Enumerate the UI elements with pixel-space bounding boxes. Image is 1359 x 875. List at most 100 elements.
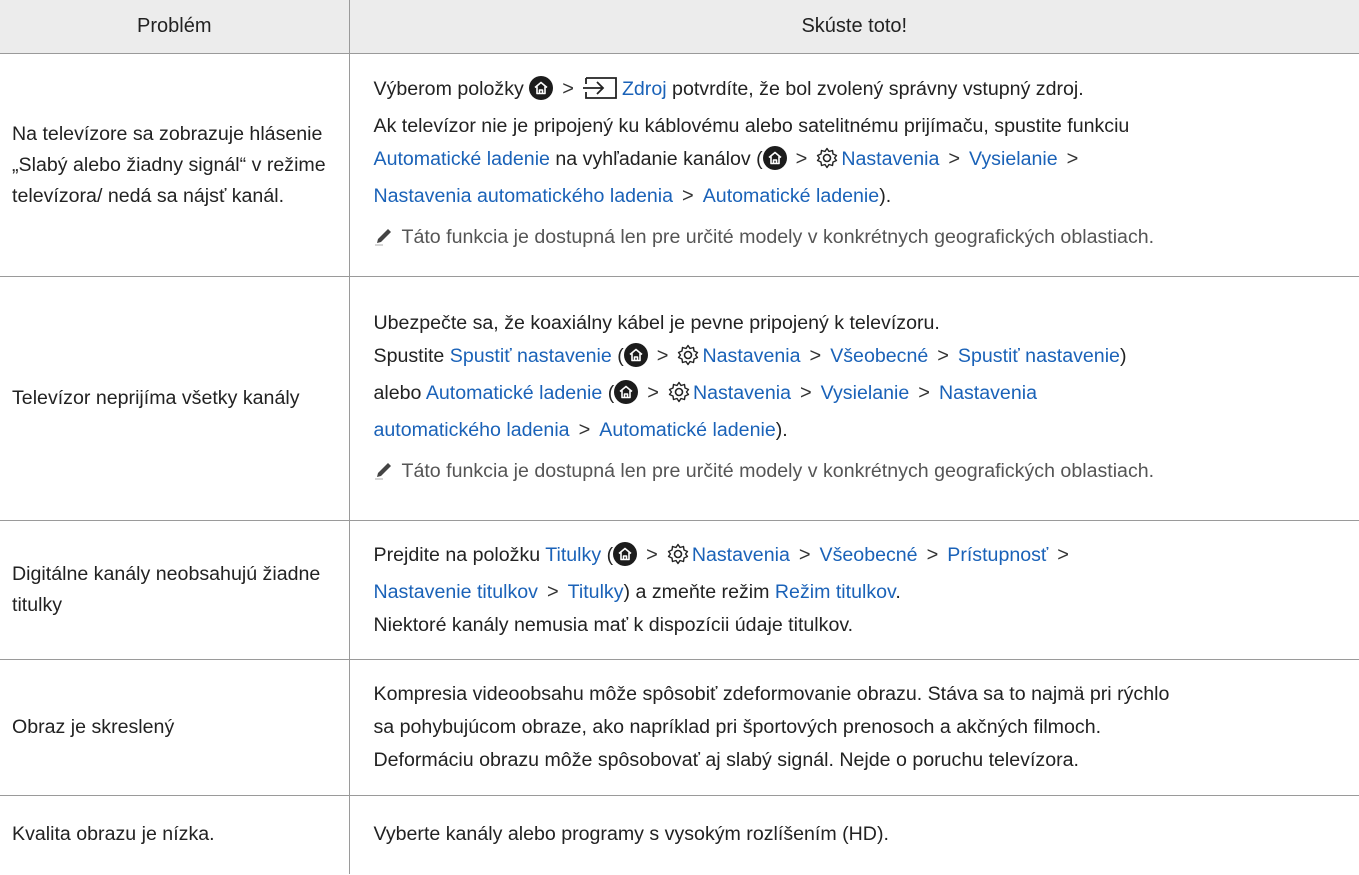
solution-line: Výberom položky > Zdroj potvrdíte, že bol… xyxy=(374,74,1354,109)
link-nastavenia[interactable]: Nastavenia xyxy=(692,544,790,566)
solution-line: Niektoré kanály nemusia mať k dispozícii… xyxy=(374,610,1354,641)
home-icon xyxy=(614,379,639,404)
note-line: Táto funkcia je dostupná len pre určité … xyxy=(374,222,1354,256)
link-rezim-titulkov[interactable]: Režim titulkov xyxy=(775,581,896,603)
home-icon xyxy=(623,342,648,367)
solution-line: Nastavenia automatického ladenia > Automat… xyxy=(374,181,1354,212)
problem-cell: Kvalita obrazu je nízka. xyxy=(0,795,350,874)
problem-cell: Digitálne kanály neobsahujú žiadne titul… xyxy=(0,520,350,660)
solution-line: automatického ladenia > Automatické ladeni… xyxy=(374,415,1354,446)
text: ). xyxy=(775,418,788,441)
link-spustit-nastavenie[interactable]: Spustiť nastavenie xyxy=(958,345,1120,367)
header-row: Problém Skúste toto! xyxy=(0,0,1359,54)
text: Kompresia videoobsahu môže spôsobiť zdef… xyxy=(373,683,1170,705)
link-automaticke-ladenie[interactable]: Automatické ladenie xyxy=(599,419,775,441)
link-vysielanie[interactable]: Vysielanie xyxy=(969,148,1058,170)
gear-icon xyxy=(668,381,690,413)
chevron-right-icon: > xyxy=(809,344,822,367)
link-titulky[interactable]: Titulky xyxy=(568,581,624,603)
chevron-right-icon: > xyxy=(656,344,669,367)
home-icon xyxy=(613,541,638,566)
text: ). xyxy=(879,185,892,207)
link-automaticke-ladenie[interactable]: Automatické ladenie xyxy=(426,382,602,404)
link-pristupnost[interactable]: Prístupnosť xyxy=(947,544,1048,566)
text: ) xyxy=(1119,344,1127,367)
solution-line: sa pohybujúcom obraze, ako napríklad pri… xyxy=(374,712,1354,743)
home-icon xyxy=(762,146,787,170)
note-line: Táto funkcia je dostupná len pre určité … xyxy=(374,456,1354,490)
problem-cell: Obraz je skreslený xyxy=(0,659,350,796)
text: Ubezpečte sa, že koaxiálny kábel je pevn… xyxy=(373,311,940,334)
chevron-right-icon: > xyxy=(646,543,658,566)
text: sa pohybujúcom obraze, ako napríklad pri… xyxy=(373,716,1102,738)
text: Ak televízor nie je pripojený ku káblové… xyxy=(373,115,1130,137)
solution-cell: Kompresia videoobsahu môže spôsobiť zdef… xyxy=(349,659,1359,796)
chevron-right-icon: > xyxy=(546,580,559,603)
solution-cell: Prejdite na položku Titulky (> Nastavenia… xyxy=(349,520,1359,660)
table-row: Na televízore sa zobrazuje hlásenie „Sla… xyxy=(0,53,1359,277)
table-row: Obraz je skreslený Kompresia videoobsahu… xyxy=(0,659,1359,796)
solution-line: Prejdite na položku Titulky (> Nastavenia… xyxy=(374,540,1354,575)
problem-cell: Na televízore sa zobrazuje hlásenie „Sla… xyxy=(0,53,350,277)
solution-line: Spustite Spustiť nastavenie ( > Nastavenia… xyxy=(374,341,1354,376)
pencil-icon xyxy=(374,225,394,256)
link-vseobecne[interactable]: Všeobecné xyxy=(820,544,918,566)
solution-line: Nastavenie titulkov > Titulky) a zmeňte re… xyxy=(374,577,1354,608)
text: ) a zmeňte režim xyxy=(623,580,770,603)
chevron-right-icon: > xyxy=(918,381,930,404)
gear-icon xyxy=(677,344,699,376)
text: Vyberte kanály alebo programy s vysokým … xyxy=(373,823,889,846)
solution-cell: Výberom položky > Zdroj potvrdíte, že bol… xyxy=(349,53,1359,277)
link-nastavenia[interactable]: Nastavenia xyxy=(841,148,939,170)
link-zdroj[interactable]: Zdroj xyxy=(622,78,667,100)
link-nastavenie-titulkov[interactable]: Nastavenie titulkov xyxy=(374,581,538,603)
solution-line: Vyberte kanály alebo programy s vysokým … xyxy=(374,819,1354,850)
chevron-right-icon: > xyxy=(578,418,591,441)
table-row: Digitálne kanály neobsahujú žiadne titul… xyxy=(0,520,1359,660)
chevron-right-icon: > xyxy=(562,78,574,100)
chevron-right-icon: > xyxy=(682,185,694,207)
chevron-right-icon: > xyxy=(647,381,659,404)
link-automaticke-ladenie[interactable]: Automatické ladenie xyxy=(374,148,550,170)
solution-line: Automatické ladenie na vyhľadanie kanálo… xyxy=(374,144,1354,179)
source-icon xyxy=(582,77,617,109)
solution-line: alebo Automatické ladenie (> Nastavenia > V… xyxy=(374,378,1354,413)
text: ( xyxy=(617,344,624,367)
problem-cell: Televízor neprijíma všetky kanály xyxy=(0,276,350,521)
text: potvrdíte, že bol zvolený správny vstupn… xyxy=(672,78,1084,100)
chevron-right-icon: > xyxy=(798,543,811,566)
link-automaticke-ladenie[interactable]: Automatické ladenie xyxy=(703,185,879,207)
text: alebo xyxy=(373,381,422,404)
home-icon xyxy=(529,76,554,100)
solution-line: Ak televízor nie je pripojený ku káblové… xyxy=(374,111,1354,142)
solution-line: Ubezpečte sa, že koaxiálny kábel je pevn… xyxy=(374,308,1354,339)
chevron-right-icon: > xyxy=(926,543,939,566)
link-nastavenia[interactable]: Nastavenia xyxy=(702,345,800,367)
text: . xyxy=(895,580,901,603)
solution-cell: Vyberte kanály alebo programy s vysokým … xyxy=(349,795,1359,874)
link-titulky[interactable]: Titulky xyxy=(545,544,601,566)
link-nastavenia-automatickeho-ladenia[interactable]: Nastavenia automatického ladenia xyxy=(374,185,674,207)
text: Niektoré kanály nemusia mať k dispozícii… xyxy=(373,613,854,636)
text: na vyhľadanie kanálov ( xyxy=(555,148,763,170)
gear-icon xyxy=(667,543,689,575)
solution-line: Deformáciu obrazu môže spôsobovať aj sla… xyxy=(374,745,1354,776)
text: Prejdite na položku xyxy=(373,543,541,566)
solution-cell: Ubezpečte sa, že koaxiálny kábel je pevn… xyxy=(349,276,1359,521)
link-spustit-nastavenie[interactable]: Spustiť nastavenie xyxy=(450,345,612,367)
chevron-right-icon: > xyxy=(1066,148,1079,170)
chevron-right-icon: > xyxy=(948,148,961,170)
text: Spustite xyxy=(373,344,445,367)
link-vysielanie[interactable]: Vysielanie xyxy=(821,382,910,404)
header-solution: Skúste toto! xyxy=(349,0,1359,54)
pencil-icon xyxy=(374,459,394,490)
link-nastavenia-automatickeho-ladenia[interactable]: automatického ladenia xyxy=(374,419,570,441)
link-vseobecne[interactable]: Všeobecné xyxy=(830,345,928,367)
link-nastavenia-automatickeho-ladenia[interactable]: Nastavenia xyxy=(939,382,1037,404)
link-nastavenia[interactable]: Nastavenia xyxy=(693,382,791,404)
chevron-right-icon: > xyxy=(1057,543,1069,566)
chevron-right-icon: > xyxy=(937,344,949,367)
chevron-right-icon: > xyxy=(795,148,808,170)
header-problem: Problém xyxy=(0,0,350,54)
note-text: Táto funkcia je dostupná len pre určité … xyxy=(401,459,1155,482)
